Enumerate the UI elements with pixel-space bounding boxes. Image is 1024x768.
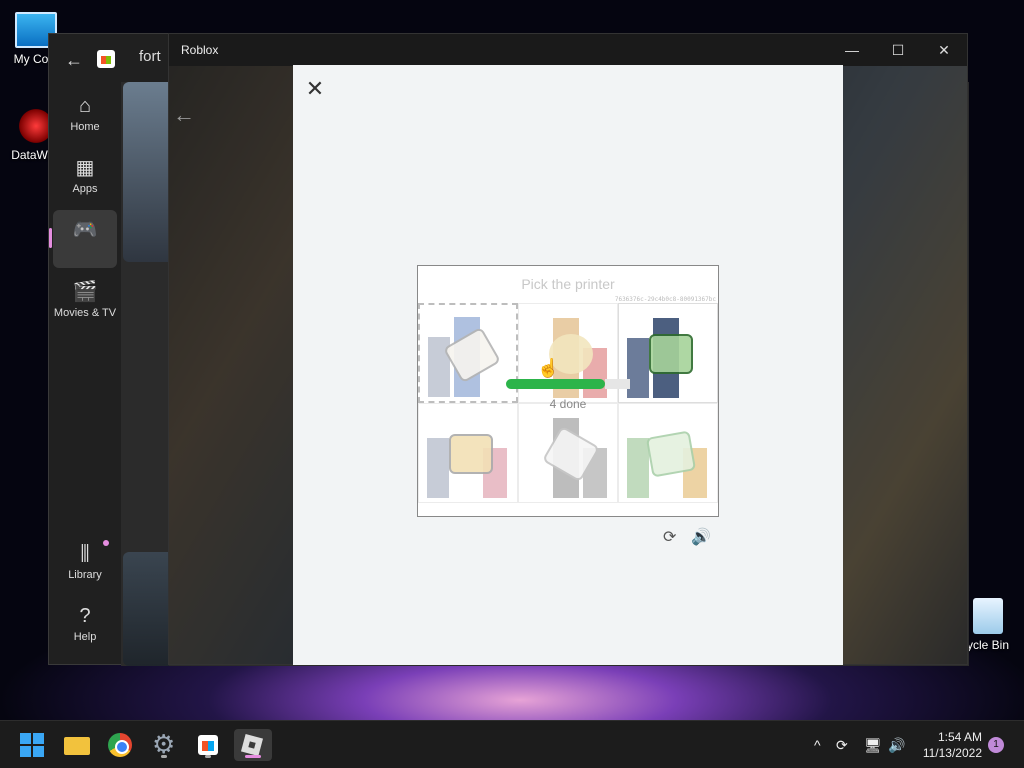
minimize-button[interactable]: — [829, 34, 875, 66]
clock-time: 1:54 AM [937, 730, 982, 744]
nav-item-label: Help [73, 631, 97, 643]
hand-cursor-icon: ☝ [537, 358, 560, 378]
store-card-image [123, 552, 169, 666]
update-dot [103, 540, 109, 546]
nav-item-label: Library [68, 569, 102, 581]
nav-item-label: Home [70, 121, 100, 133]
captcha-tile[interactable] [618, 403, 718, 503]
rocket-image [442, 326, 502, 384]
building-image [627, 338, 649, 398]
clapperboard-icon: 🎬 [72, 281, 98, 303]
captcha-tile[interactable] [518, 403, 618, 503]
money-stack-image [649, 334, 693, 374]
running-indicator [205, 755, 211, 758]
captcha-panel: Pick the printer 7636376c-29c4b0c8-80091… [417, 265, 719, 517]
nav-item-label: Apps [72, 183, 98, 195]
recycle-bin-icon [973, 598, 1003, 634]
captcha-tile[interactable] [618, 303, 718, 403]
back-arrow-icon[interactable]: ← [65, 50, 83, 71]
network-icon[interactable]: 🖥 [864, 721, 882, 768]
building-image [427, 438, 449, 498]
captcha-tile[interactable] [418, 303, 518, 403]
nav-item-library[interactable]: ⫼ Library [53, 534, 117, 592]
help-icon: ? [79, 605, 91, 627]
store-logo-icon [97, 50, 115, 68]
sync-icon[interactable]: ⟳ [836, 721, 848, 768]
apps-icon: ▦ [75, 157, 95, 179]
close-icon[interactable]: ✕ [305, 78, 325, 100]
building-image [627, 438, 649, 498]
taskbar: ^ ⟳ 🖥 🔊 1:54 AM 11/13/2022 1 [0, 720, 1024, 768]
nav-item-home[interactable]: ⌂ Home [53, 86, 117, 144]
file-explorer-icon[interactable] [60, 729, 92, 761]
desktop-icon-label: ycle Bin [966, 638, 1010, 652]
maximize-button[interactable]: ☐ [875, 34, 921, 66]
captcha-tile[interactable] [418, 403, 518, 503]
chrome-icon[interactable] [104, 729, 136, 761]
captcha-session-id: 7636376c-29c4b0c8-80091367bc [614, 296, 716, 303]
progress-bar-fill [506, 379, 605, 389]
calculator-image [449, 434, 493, 474]
title-bar: Roblox — ☐ ✕ [169, 34, 967, 66]
captcha-modal: ✕ Pick the printer 7636376c-29c4b0c8-800… [293, 65, 843, 665]
nav-item-apps[interactable]: ▦ Apps [53, 148, 117, 206]
home-icon: ⌂ [78, 95, 92, 117]
nav-item-label: Movies & TV [53, 307, 117, 319]
running-indicator [245, 755, 261, 758]
close-button[interactable]: ✕ [921, 34, 967, 66]
store-header: ← fort [49, 34, 169, 84]
chevron-up-icon[interactable]: ^ [814, 721, 821, 768]
volume-icon[interactable]: 🔊 [888, 721, 905, 768]
store-search-input[interactable]: fort [139, 48, 161, 65]
gamepad-icon: 🎮 [72, 219, 98, 241]
audio-icon[interactable]: 🔊 [691, 527, 711, 547]
nav-item-help[interactable]: ? Help [53, 596, 117, 654]
window-title: Roblox [181, 43, 219, 57]
settings-icon[interactable] [148, 729, 180, 761]
captcha-prompt: Pick the printer [521, 276, 615, 292]
store-nav: ⌂ Home ▦ Apps 🎮 🎬 Movies & TV [49, 86, 121, 334]
refresh-icon[interactable]: ⟳ [663, 527, 676, 547]
start-button[interactable] [16, 729, 48, 761]
store-nav-bottom: ⫼ Library ? Help [49, 534, 121, 658]
store-icon[interactable] [192, 729, 224, 761]
roblox-icon[interactable] [234, 729, 272, 761]
progress-label: 4 done [549, 397, 587, 411]
clock[interactable]: 1:54 AM 11/13/2022 [912, 729, 982, 761]
nav-item-gaming[interactable]: 🎮 [49, 210, 117, 268]
captcha-tools: ⟳ 🔊 [663, 527, 723, 547]
notification-badge[interactable]: 1 [988, 737, 1004, 753]
nav-item-movies-tv[interactable]: 🎬 Movies & TV [53, 272, 117, 330]
store-banner-image [123, 82, 169, 262]
progress-bar-track [605, 379, 630, 389]
banknote-image [645, 430, 697, 478]
back-arrow-icon[interactable]: ← [173, 102, 195, 128]
running-indicator [161, 755, 167, 758]
clock-date: 11/13/2022 [922, 746, 982, 760]
